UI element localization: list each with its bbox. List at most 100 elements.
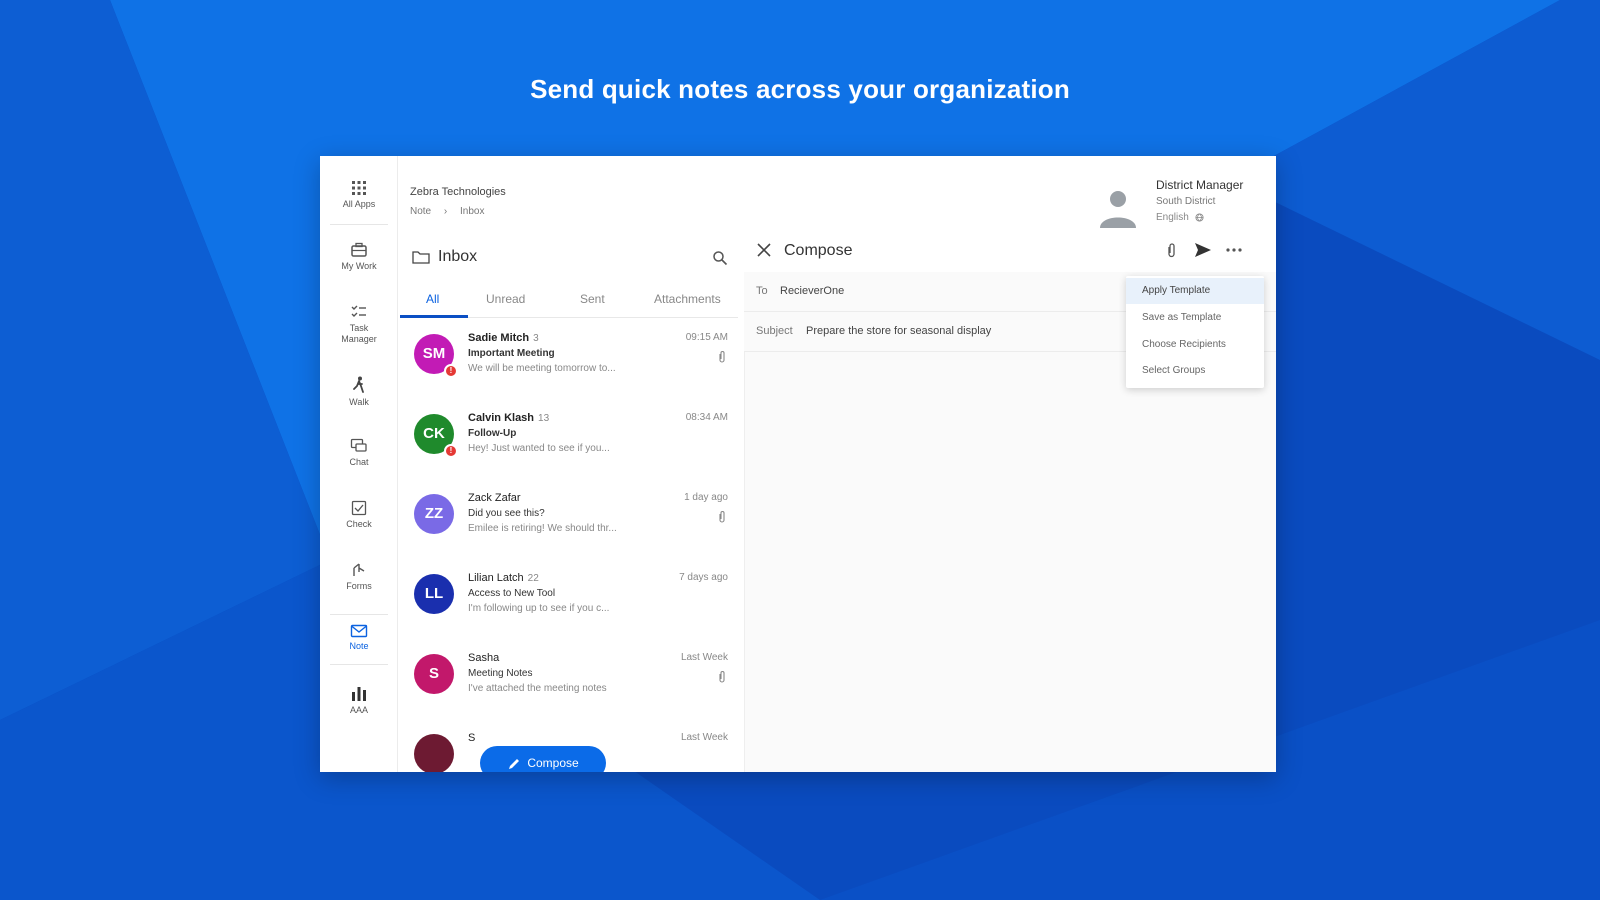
message-preview: I've attached the meeting notes bbox=[468, 683, 607, 694]
message-row[interactable]: ZZ Zack Zafar Did you see this? Emilee i… bbox=[400, 480, 738, 560]
message-row[interactable]: LL Lilian Latch 22 Access to New Tool I'm… bbox=[400, 560, 738, 640]
pencil-icon bbox=[509, 758, 520, 769]
breadcrumb-separator: › bbox=[443, 206, 448, 217]
rail-item-my-work[interactable]: My Work bbox=[320, 242, 398, 272]
tab-attachments[interactable]: Attachments bbox=[654, 292, 721, 306]
message-subject: Follow-Up bbox=[468, 428, 517, 439]
tab-all[interactable]: All bbox=[426, 292, 439, 306]
user-district: South District bbox=[1156, 196, 1216, 207]
user-avatar-icon[interactable] bbox=[1096, 186, 1140, 230]
close-icon[interactable] bbox=[756, 242, 772, 258]
rail-item-forms[interactable]: Forms bbox=[320, 562, 398, 592]
mail-icon bbox=[350, 624, 368, 638]
message-preview: Emilee is retiring! We should thr... bbox=[468, 523, 617, 534]
breadcrumb: Note › Inbox bbox=[410, 206, 495, 217]
message-row[interactable]: CK ! Calvin Klash 13 Follow-Up Hey! Just … bbox=[400, 400, 738, 480]
rail-label: Walk bbox=[349, 397, 369, 407]
avatar bbox=[414, 734, 454, 772]
rail-label: Chat bbox=[349, 457, 369, 467]
send-icon[interactable] bbox=[1194, 242, 1212, 258]
menu-item-select-groups[interactable]: Select Groups bbox=[1126, 358, 1264, 384]
active-tab-indicator bbox=[400, 315, 468, 318]
rail-item-task-manager[interactable]: Task Manager bbox=[320, 304, 398, 345]
search-icon[interactable] bbox=[712, 250, 728, 266]
inbox-title: Inbox bbox=[438, 248, 478, 265]
forms-icon bbox=[353, 563, 365, 576]
app-window: All Apps My Work Task Manager Walk Chat … bbox=[320, 156, 1276, 772]
checklist-icon bbox=[351, 305, 366, 317]
avatar: LL bbox=[414, 574, 454, 614]
folder-icon bbox=[412, 251, 430, 264]
inbox-tabs: All Unread Sent Attachments bbox=[400, 282, 738, 318]
compose-button[interactable]: Compose bbox=[480, 746, 606, 772]
rail-item-chat[interactable]: Chat bbox=[320, 438, 398, 468]
rail-item-aaa[interactable]: AAA bbox=[320, 686, 398, 716]
user-name: District Manager bbox=[1156, 178, 1244, 192]
language-selector[interactable]: English bbox=[1156, 212, 1204, 223]
message-sender: S bbox=[468, 732, 476, 744]
message-preview: Hey! Just wanted to see if you... bbox=[468, 443, 610, 454]
thread-count: 3 bbox=[533, 333, 539, 344]
headline: Send quick notes across your organizatio… bbox=[530, 74, 1070, 104]
message-sender: Lilian Latch 22 bbox=[468, 572, 539, 584]
tab-unread[interactable]: Unread bbox=[486, 292, 525, 306]
globe-icon bbox=[1195, 213, 1204, 222]
message-time: 08:34 AM bbox=[685, 412, 728, 423]
divider bbox=[330, 664, 388, 665]
thread-count: 22 bbox=[527, 573, 539, 584]
message-subject: Important Meeting bbox=[468, 348, 555, 359]
divider bbox=[330, 224, 388, 225]
rail-label: All Apps bbox=[342, 199, 376, 209]
organization-name: Zebra Technologies bbox=[410, 186, 506, 198]
paperclip-icon bbox=[719, 671, 725, 683]
tab-sent[interactable]: Sent bbox=[580, 292, 605, 306]
inbox-header: Inbox bbox=[408, 242, 740, 274]
language-label: English bbox=[1156, 212, 1189, 223]
paperclip-icon[interactable] bbox=[1166, 242, 1176, 258]
briefcase-icon bbox=[351, 242, 367, 257]
message-sender: Sasha bbox=[468, 652, 500, 664]
subject-label: Subject bbox=[756, 325, 793, 337]
menu-item-choose-recipients[interactable]: Choose Recipients bbox=[1126, 332, 1264, 358]
more-icon[interactable] bbox=[1226, 248, 1242, 252]
message-time: Last Week bbox=[680, 652, 728, 663]
message-sender: Sadie Mitch 3 bbox=[468, 332, 539, 344]
paperclip-icon bbox=[719, 351, 725, 363]
message-preview: I'm following up to see if you c... bbox=[468, 603, 610, 614]
rail-label: Check bbox=[346, 519, 372, 529]
thread-count: 13 bbox=[538, 413, 550, 424]
message-list: SM ! Sadie Mitch 3 Important Meeting We w… bbox=[400, 320, 738, 772]
message-subject: Meeting Notes bbox=[468, 668, 533, 679]
more-options-menu: Apply Template Save as Template Choose R… bbox=[1126, 276, 1264, 388]
subject-value: Prepare the store for seasonal display bbox=[806, 325, 992, 337]
grid-icon bbox=[352, 181, 366, 195]
check-icon bbox=[351, 500, 367, 516]
rail-item-note[interactable]: Note bbox=[320, 624, 398, 652]
compose-button-label: Compose bbox=[527, 756, 579, 770]
menu-item-save-as-template[interactable]: Save as Template bbox=[1126, 305, 1264, 331]
to-value: RecieverOne bbox=[780, 285, 845, 297]
rail-item-all-apps[interactable]: All Apps bbox=[320, 180, 398, 210]
alert-badge: ! bbox=[444, 444, 458, 458]
message-time: 09:15 AM bbox=[685, 332, 728, 343]
message-preview: We will be meeting tomorrow to... bbox=[468, 363, 616, 374]
alert-badge: ! bbox=[444, 364, 458, 378]
rail-item-walk[interactable]: Walk bbox=[320, 376, 398, 408]
rail-label: AAA bbox=[349, 705, 368, 715]
app-rail: All Apps My Work Task Manager Walk Chat … bbox=[320, 156, 398, 772]
message-subject: Did you see this? bbox=[468, 508, 545, 519]
menu-item-apply-template[interactable]: Apply Template bbox=[1126, 278, 1264, 304]
chat-icon bbox=[350, 438, 367, 452]
message-subject: Access to New Tool bbox=[468, 588, 556, 599]
message-row[interactable]: SM ! Sadie Mitch 3 Important Meeting We w… bbox=[400, 320, 738, 400]
rail-item-check[interactable]: Check bbox=[320, 500, 398, 530]
breadcrumb-item-note[interactable]: Note bbox=[410, 206, 431, 217]
rail-label: My Work bbox=[341, 261, 377, 271]
rail-label: Note bbox=[349, 641, 369, 651]
to-label: To bbox=[756, 285, 768, 297]
breadcrumb-item-inbox[interactable]: Inbox bbox=[460, 206, 484, 217]
paperclip-icon bbox=[719, 511, 725, 523]
message-row[interactable]: S Sasha Meeting Notes I've attached the … bbox=[400, 640, 738, 720]
avatar: ZZ bbox=[414, 494, 454, 534]
avatar: S bbox=[414, 654, 454, 694]
